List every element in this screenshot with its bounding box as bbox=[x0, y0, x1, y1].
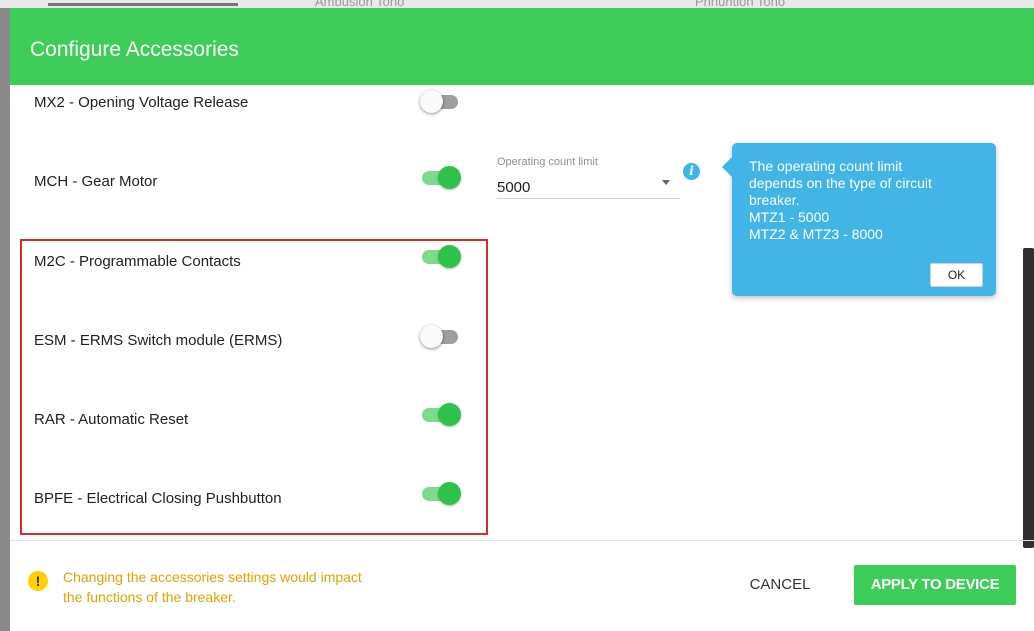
cancel-button[interactable]: CANCEL bbox=[734, 570, 826, 600]
background-label-right: Phnuntion Tono bbox=[695, 0, 786, 8]
background-page: Ambuslon Tono Phnuntion Tono bbox=[0, 0, 1034, 8]
background-edge bbox=[0, 8, 10, 631]
warning-icon: ! bbox=[28, 571, 48, 591]
operating-count-select[interactable]: 5000 bbox=[497, 179, 530, 196]
warning-line: Changing the accessories settings would … bbox=[63, 569, 362, 585]
footer-divider bbox=[10, 540, 1034, 541]
warning-line: the functions of the breaker. bbox=[63, 589, 236, 605]
apply-to-device-button[interactable]: APPLY TO DEVICE bbox=[854, 565, 1016, 605]
toggle-mch[interactable] bbox=[420, 164, 462, 190]
warning-message: Changing the accessories settings would … bbox=[63, 567, 443, 607]
dialog-header: Configure Accessories bbox=[10, 8, 1034, 85]
tooltip-arrow bbox=[722, 157, 732, 177]
configure-accessories-dialog: Configure Accessories MX2 - Opening Volt… bbox=[10, 8, 1034, 631]
accessory-label-mx2: MX2 - Opening Voltage Release bbox=[34, 94, 249, 111]
tooltip-text: The operating count limit depends on the… bbox=[749, 158, 989, 243]
tooltip-ok-button[interactable]: OK bbox=[930, 263, 983, 287]
tooltip-line: depends on the type of circuit bbox=[749, 175, 932, 191]
accessory-label-mch: MCH - Gear Motor bbox=[34, 173, 158, 190]
tooltip-line: MTZ1 - 5000 bbox=[749, 209, 830, 225]
info-tooltip: The operating count limit depends on the… bbox=[722, 143, 996, 296]
scrollbar[interactable] bbox=[1023, 248, 1034, 548]
highlight-box bbox=[20, 239, 488, 535]
dialog-title: Configure Accessories bbox=[30, 38, 239, 61]
tooltip-line: MTZ2 & MTZ3 - 8000 bbox=[749, 226, 883, 242]
info-icon[interactable]: i bbox=[683, 163, 700, 180]
background-label-left: Ambuslon Tono bbox=[315, 0, 405, 8]
toggle-mx2[interactable] bbox=[420, 88, 462, 114]
operating-count-label: Operating count limit bbox=[497, 156, 598, 168]
chevron-down-icon[interactable] bbox=[662, 180, 670, 185]
background-bar bbox=[48, 3, 238, 6]
tooltip-line: breaker. bbox=[749, 192, 800, 208]
tooltip-line: The operating count limit bbox=[749, 158, 903, 174]
select-underline bbox=[497, 198, 680, 199]
